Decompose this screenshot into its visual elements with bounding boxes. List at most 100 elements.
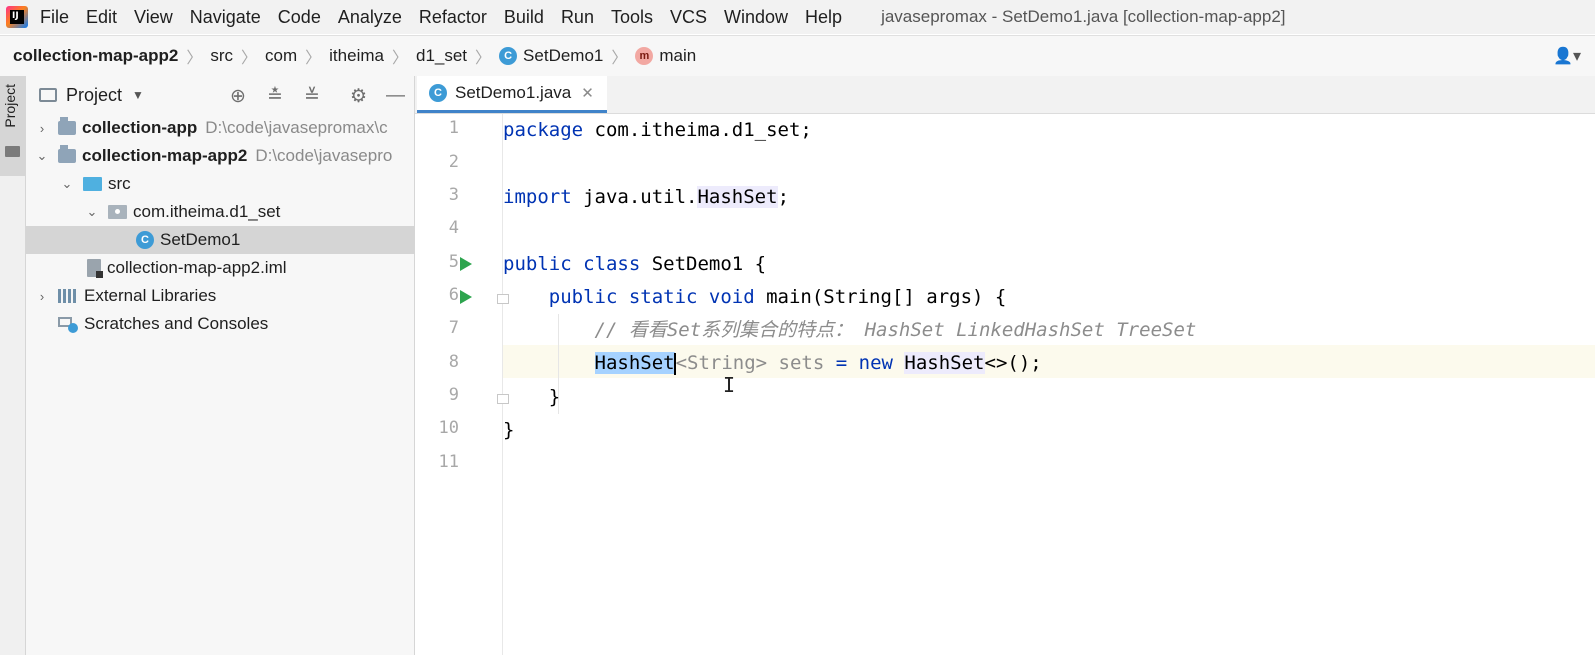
breadcrumb-method[interactable]: m main [635, 46, 696, 66]
breadcrumb-separator-icon: 〉 [611, 50, 628, 67]
tree-item-label: SetDemo1 [160, 230, 241, 249]
tree-item-label: External Libraries [84, 286, 217, 305]
code-text: main(String[] args) { [754, 286, 1007, 308]
code-text: SetDemo1 { [640, 253, 767, 275]
breadcrumb-itheima[interactable]: itheima [329, 46, 384, 66]
chevron-down-icon[interactable]: ⌄ [36, 148, 48, 164]
library-icon [58, 289, 78, 303]
code-text: java.util. [571, 186, 698, 208]
type-name: HashSet [904, 352, 985, 374]
line-number: 8 [448, 352, 459, 372]
menu-refactor[interactable]: Refactor [419, 7, 487, 28]
code-line-8: HashSet<String> sets = new HashSet<>(); [503, 347, 1595, 380]
module-icon [58, 145, 76, 163]
breadcrumb-separator-icon: 〉 [241, 50, 258, 67]
menu-navigate[interactable]: Navigate [190, 7, 261, 28]
menu-run[interactable]: Run [561, 7, 594, 28]
code-text: <String> [675, 352, 768, 374]
project-panel: Project ▼ ⊕ ≛ ≚ ⚙ — › collection-app D:\… [26, 76, 502, 655]
hide-panel-icon[interactable]: — [386, 85, 405, 107]
left-tool-strip: Project [0, 76, 26, 655]
gear-icon[interactable]: ⚙ [350, 85, 367, 108]
line-number: 2 [448, 152, 459, 172]
menu-bar: IJ File Edit View Navigate Code Analyze … [0, 0, 1595, 34]
keyword: public class [503, 253, 641, 275]
chevron-down-icon[interactable]: ⌄ [61, 176, 73, 192]
breadcrumb: collection-map-app2 〉 src 〉 com 〉 itheim… [0, 35, 1595, 77]
breadcrumb-d1-set[interactable]: d1_set [416, 46, 467, 66]
chevron-down-icon[interactable]: ⌄ [86, 204, 98, 220]
code-text: com.itheima.d1_set; [583, 119, 812, 141]
project-tool-tab[interactable]: Project [0, 76, 25, 176]
project-panel-header: Project ▼ ⊕ ≛ ≚ ⚙ — [26, 76, 414, 114]
editor-tab-bar: C SetDemo1.java ✕ [415, 76, 1595, 114]
chevron-right-icon[interactable]: › [36, 121, 48, 136]
method-icon: m [635, 47, 654, 65]
iml-file-icon [87, 259, 103, 278]
menu-code[interactable]: Code [278, 7, 321, 28]
editor: C SetDemo1.java ✕ 1 2 3 4 5 6 7 8 9 10 1… [415, 76, 1595, 655]
run-class-icon[interactable] [460, 257, 472, 271]
tab-setdemo1[interactable]: C SetDemo1.java ✕ [417, 76, 607, 113]
close-icon[interactable]: ✕ [581, 84, 594, 102]
code-text: <>(); [984, 352, 1042, 374]
type-name: HashSet [697, 186, 778, 208]
package-icon [108, 205, 127, 219]
chevron-right-icon[interactable]: › [36, 289, 48, 304]
menu-build[interactable]: Build [504, 7, 544, 28]
tree-item-collection-app[interactable]: › collection-app D:\code\javasepromax\c [26, 114, 424, 142]
module-icon [58, 117, 76, 135]
keyword: import [503, 186, 572, 208]
collapse-all-icon[interactable]: ≚ [304, 85, 320, 108]
code-line-6: public static void main(String[] args) { [503, 281, 1595, 314]
breadcrumb-method-label: main [659, 46, 697, 65]
source-folder-icon [83, 177, 102, 191]
tree-item-package[interactable]: ⌄ com.itheima.d1_set [26, 198, 474, 226]
code-line-5: public class SetDemo1 { [503, 248, 1595, 281]
code-text: } [503, 419, 515, 441]
expand-all-icon[interactable]: ≛ [267, 85, 283, 108]
tree-item-label: src [108, 174, 131, 193]
chevron-down-icon[interactable]: ▼ [132, 88, 144, 102]
editor-gutter: 1 2 3 4 5 6 7 8 9 10 11 [415, 114, 509, 655]
line-number: 10 [438, 418, 459, 438]
breadcrumb-class-label: SetDemo1 [523, 46, 604, 65]
intellij-logo-icon[interactable]: IJ [6, 6, 28, 28]
menu-help[interactable]: Help [805, 7, 842, 28]
tree-item-iml[interactable]: collection-map-app2.iml [26, 254, 453, 282]
user-account-icon[interactable]: 👤▾ [1553, 46, 1581, 66]
code-line-3: import java.util.HashSet; [503, 181, 1595, 214]
tree-item-label: com.itheima.d1_set [133, 202, 281, 221]
line-number: 11 [438, 452, 459, 472]
tree-item-src[interactable]: ⌄ src [26, 170, 449, 198]
breadcrumb-com[interactable]: com [265, 46, 297, 66]
scratches-icon [58, 315, 78, 333]
code-comment: // 看看Set系列集合的特点： HashSet LinkedHashSet T… [594, 319, 1197, 341]
menu-tools[interactable]: Tools [611, 7, 653, 28]
code-text: ; [777, 186, 790, 208]
menu-edit[interactable]: Edit [86, 7, 117, 28]
breadcrumb-src[interactable]: src [210, 46, 233, 66]
code-area[interactable]: package com.itheima.d1_set; import java.… [503, 114, 1595, 655]
locate-file-icon[interactable]: ⊕ [230, 85, 246, 108]
code-text: } [503, 386, 561, 408]
project-view-icon [39, 88, 57, 102]
tree-item-path: D:\code\javasepro [255, 146, 393, 165]
line-number: 6 [448, 285, 459, 305]
code-line-1: package com.itheima.d1_set; [503, 114, 1595, 147]
java-class-icon: C [499, 47, 518, 65]
menu-analyze[interactable]: Analyze [338, 7, 402, 28]
menu-file[interactable]: File [40, 7, 69, 28]
line-number: 9 [448, 385, 459, 405]
run-main-icon[interactable] [460, 290, 472, 304]
tree-item-collection-map-app2[interactable]: ⌄ collection-map-app2 D:\code\javasepro [26, 142, 424, 170]
tree-item-scratches[interactable]: Scratches and Consoles [26, 310, 424, 338]
project-panel-title[interactable]: Project [66, 85, 122, 106]
breadcrumb-project[interactable]: collection-map-app2 [13, 46, 178, 66]
menu-vcs[interactable]: VCS [670, 7, 707, 28]
tree-item-external-libraries[interactable]: › External Libraries [26, 282, 424, 310]
line-number: 5 [448, 252, 459, 272]
menu-view[interactable]: View [134, 7, 173, 28]
breadcrumb-class[interactable]: C SetDemo1 [499, 46, 603, 66]
menu-window[interactable]: Window [724, 7, 788, 28]
